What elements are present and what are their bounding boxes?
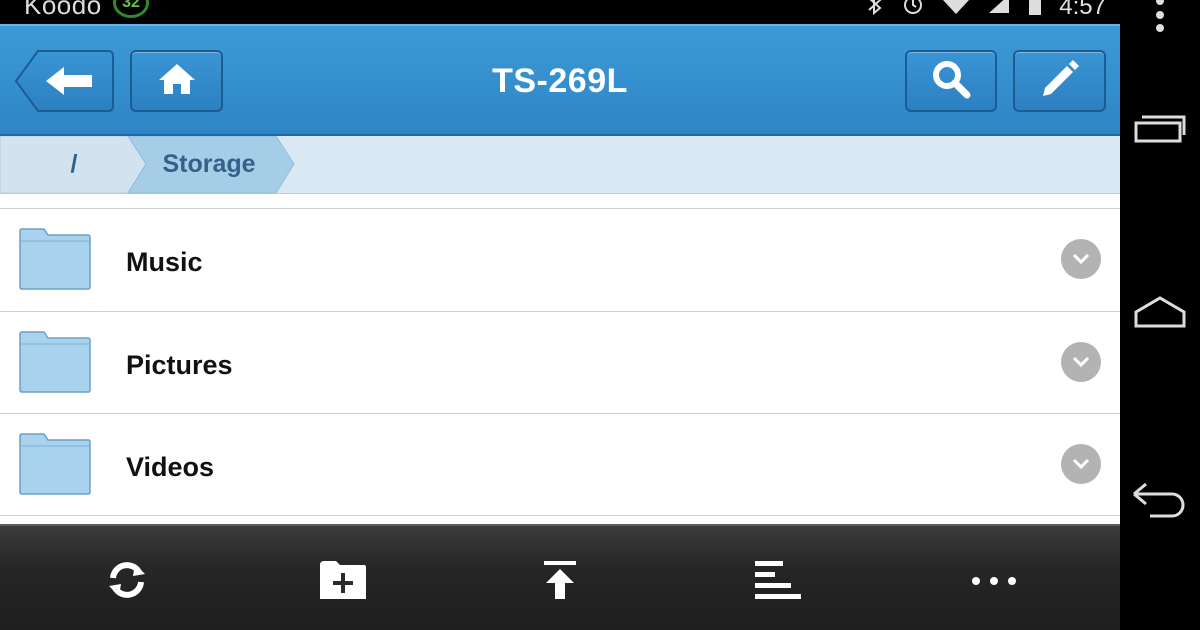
recent-apps-icon [1132,111,1188,148]
new-folder-button[interactable] [313,552,373,612]
list-item[interactable]: Videos [0,413,1120,516]
list-item[interactable]: Music [0,208,1120,311]
home-nav-button[interactable] [1120,292,1200,336]
status-bar: Koodo 32 4:57 [0,0,1120,24]
upload-icon [540,559,580,606]
new-folder-icon [318,559,368,606]
signal-icon [987,0,1011,21]
sort-icon [751,559,801,606]
wifi-icon [941,0,971,22]
back-nav-icon [1130,482,1190,523]
back-nav-button[interactable] [1120,480,1200,524]
refresh-button[interactable] [97,552,157,612]
folder-icon [18,330,92,394]
notification-badge: 32 [113,0,149,18]
folder-name: Music [126,247,203,277]
breadcrumb-storage[interactable]: Storage [124,136,294,193]
refresh-icon [105,558,149,607]
carrier-name: Koodo [24,0,102,20]
upload-button[interactable] [530,552,590,612]
chevron-down-icon[interactable] [1061,342,1101,382]
folder-icon [18,227,92,291]
chevron-down-icon[interactable] [1061,444,1101,484]
overflow-menu-button[interactable] [1120,0,1200,36]
folder-icon [18,432,92,496]
home-nav-icon [1132,295,1188,333]
search-icon [931,59,971,104]
bluetooth-icon [865,0,885,21]
folder-name: Videos [126,452,215,482]
more-button[interactable] [964,552,1024,612]
pencil-icon [1039,58,1081,105]
alarm-icon [901,0,925,22]
search-button[interactable] [905,50,997,112]
chevron-down-icon[interactable] [1061,239,1101,279]
file-list: Music Pictures Videos [0,194,1120,524]
recent-apps-button[interactable] [1120,106,1200,152]
battery-icon [1027,0,1043,21]
more-icon [971,573,1017,591]
breadcrumb: / Storage [0,136,1120,194]
app-header: TS-269L [0,24,1120,136]
system-nav-bar [1120,0,1200,630]
folder-name: Pictures [126,350,233,380]
bottom-toolbar [0,524,1120,630]
overflow-menu-icon [1154,0,1166,38]
list-item[interactable]: Pictures [0,311,1120,414]
status-icons: 4:57 [865,0,1106,22]
sort-button[interactable] [746,552,806,612]
edit-button[interactable] [1013,50,1106,112]
clock: 4:57 [1059,0,1106,20]
